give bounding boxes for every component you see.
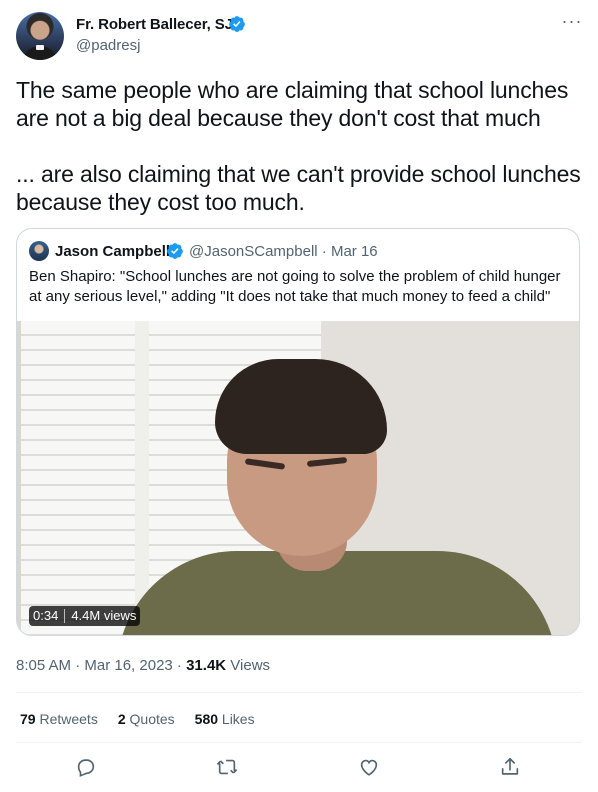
share-icon[interactable] xyxy=(499,756,523,780)
video-views: 4.4M views xyxy=(71,608,137,623)
author-name[interactable]: Fr. Robert Ballecer, SJ xyxy=(76,16,233,33)
video-player[interactable]: 0:34 4.4M views xyxy=(17,321,579,635)
retweets-stat[interactable]: 79 Retweets xyxy=(20,711,98,727)
action-bar xyxy=(16,756,582,780)
divider xyxy=(16,742,582,743)
verified-icon xyxy=(229,16,245,32)
tweet-meta: 8:05 AM · Mar 16, 2023 · 31.4K Views xyxy=(16,657,270,674)
quotes-stat[interactable]: 2 Quotes xyxy=(118,711,175,727)
views-label: Views xyxy=(226,657,271,674)
more-icon[interactable]: ··· xyxy=(560,12,584,34)
divider xyxy=(16,692,582,693)
video-duration: 0:34 xyxy=(33,608,59,623)
video-badge: 0:34 4.4M views xyxy=(29,606,141,626)
tweet-stats: 79 Retweets 2 Quotes 580 Likes xyxy=(20,711,255,727)
author-handle[interactable]: @padresj xyxy=(76,37,140,54)
quoted-author-avatar[interactable] xyxy=(29,241,49,261)
tweet-text: The same people who are claiming that sc… xyxy=(16,77,581,215)
quoted-handle-date[interactable]: @JasonSCampbell · Mar 16 xyxy=(189,243,378,260)
verified-icon xyxy=(167,243,183,259)
like-icon[interactable] xyxy=(358,756,382,780)
quoted-author-name[interactable]: Jason Campbell xyxy=(55,243,170,260)
reply-icon[interactable] xyxy=(75,756,99,780)
tweet-timestamp[interactable]: 8:05 AM · Mar 16, 2023 · xyxy=(16,657,186,674)
quoted-tweet[interactable]: Jason Campbell @JasonSCampbell · Mar 16 … xyxy=(16,228,580,636)
likes-stat[interactable]: 580 Likes xyxy=(195,711,255,727)
retweet-icon[interactable] xyxy=(216,756,240,780)
views-count: 31.4K xyxy=(186,657,227,674)
quoted-text: Ben Shapiro: "School lunches are not goi… xyxy=(29,268,561,305)
author-avatar[interactable] xyxy=(16,12,64,60)
